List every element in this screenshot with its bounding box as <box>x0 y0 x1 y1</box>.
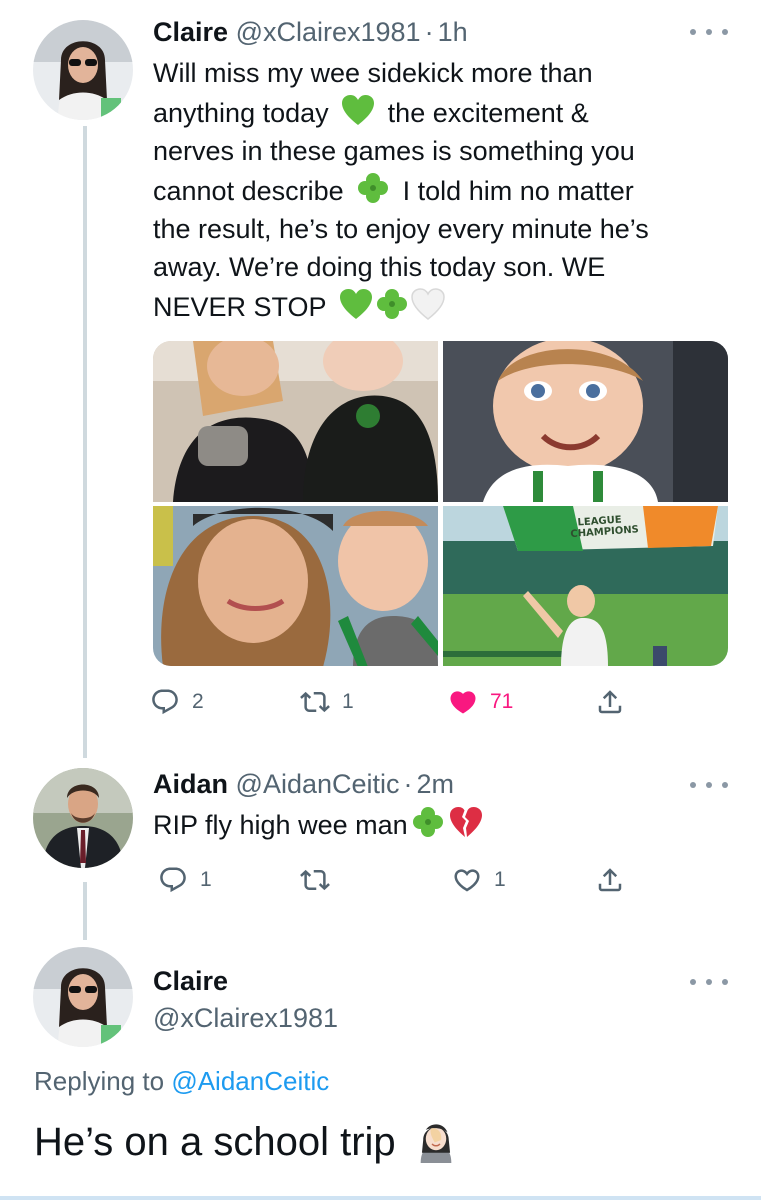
more-icon[interactable] <box>690 778 728 792</box>
share-icon <box>598 690 622 714</box>
reply-count: 1 <box>200 868 212 891</box>
bottom-divider <box>0 1196 761 1200</box>
avatar-photo <box>33 20 133 120</box>
like-icon-filled <box>450 691 476 714</box>
reply-icon <box>152 689 178 715</box>
text-segment: the excitement & <box>387 98 589 128</box>
retweet-count: 1 <box>342 690 354 713</box>
username[interactable]: @xClairex1981 <box>153 1002 338 1034</box>
reply-count: 2 <box>192 690 204 713</box>
facepalm-emoji <box>420 1124 452 1163</box>
photo-1[interactable] <box>153 341 438 502</box>
text-line: the result, he’s to enjoy every minute h… <box>153 214 649 244</box>
photo-selfie <box>153 506 438 666</box>
display-name[interactable]: Aidan <box>153 769 228 799</box>
separator: · <box>424 17 434 47</box>
tweet-text: RIP fly high wee man <box>153 804 743 844</box>
text-segment: I told him no matter <box>402 176 634 206</box>
replying-to: Replying to @AidanCeitic <box>34 1066 329 1097</box>
reply-icon <box>160 867 186 893</box>
like-icon <box>454 869 480 892</box>
separator: · <box>403 769 413 799</box>
retweet-button[interactable]: 1 <box>300 685 354 719</box>
replying-prefix: Replying to <box>34 1066 165 1096</box>
avatar[interactable] <box>33 947 133 1047</box>
tweet-header-handle: @xClairex1981 <box>153 1002 338 1034</box>
tweet-1[interactable]: Claire @xClairex1981 · 1h Will miss my wee… <box>0 0 761 760</box>
timestamp[interactable]: 2m <box>417 769 455 799</box>
photo-smiling-boy <box>443 341 728 502</box>
thread-line <box>83 882 87 940</box>
replying-mention[interactable]: @AidanCeitic <box>171 1066 329 1096</box>
share-button[interactable] <box>595 863 625 897</box>
tweet-header: Aidan @AidanCeitic · 2m <box>153 768 454 800</box>
like-button[interactable]: 71 <box>448 685 513 719</box>
reply-button[interactable]: 2 <box>150 685 204 719</box>
retweet-icon <box>300 869 330 891</box>
text-line: NEVER STOP <box>153 286 743 326</box>
tweet-actions: 1 1 <box>150 863 630 897</box>
shamrock-emoji <box>412 807 443 837</box>
banner-text: LEAGUE CHAMPIONS <box>570 514 640 541</box>
media-grid[interactable]: LEAGUE CHAMPIONS <box>153 341 728 666</box>
broken-heart-emoji <box>449 807 482 837</box>
avatar-photo <box>33 947 133 1047</box>
like-button[interactable]: 1 <box>452 863 506 897</box>
tweet-header: Claire <box>153 965 228 997</box>
text-segment: NEVER STOP <box>153 292 327 322</box>
more-icon[interactable] <box>690 25 728 39</box>
shamrock-emoji <box>376 289 407 319</box>
tweet-text: Will miss my wee sidekick more than anyt… <box>153 54 743 326</box>
avatar-photo <box>33 768 133 868</box>
text-line: nerves in these games is something you <box>153 136 635 166</box>
photo-2[interactable] <box>443 341 728 502</box>
thread-line <box>83 126 87 758</box>
text-segment: cannot describe <box>153 176 344 206</box>
photo-4[interactable]: LEAGUE CHAMPIONS <box>443 506 728 666</box>
tweet-actions: 2 1 71 <box>150 685 630 719</box>
text-line: cannot describe I told him no matter <box>153 170 743 210</box>
text-segment: He’s on a school trip <box>34 1120 396 1164</box>
retweet-button[interactable] <box>300 863 342 897</box>
like-count: 71 <box>490 690 514 713</box>
text-segment: anything today <box>153 98 329 128</box>
text-line: Will miss my wee sidekick more than <box>153 58 593 88</box>
photo-woman-and-toddler <box>153 341 438 502</box>
share-icon <box>598 868 622 892</box>
display-name[interactable]: Claire <box>153 965 228 997</box>
green-heart-emoji <box>339 289 372 319</box>
tweet-2[interactable]: Aidan @AidanCeitic · 2m RIP fly high wee m… <box>0 760 761 940</box>
tweet-header: Claire @xClairex1981 · 1h <box>153 16 468 48</box>
text-line: anything today the excitement & <box>153 92 743 132</box>
more-icon[interactable] <box>690 975 728 989</box>
avatar[interactable] <box>33 768 133 868</box>
reply-button[interactable]: 1 <box>158 863 212 897</box>
text-line: away. We’re doing this today son. WE <box>153 252 606 282</box>
tweet-text: He’s on a school trip <box>34 1117 459 1167</box>
white-heart-emoji <box>410 288 445 320</box>
share-button[interactable] <box>595 685 625 719</box>
avatar[interactable] <box>33 20 133 120</box>
like-count: 1 <box>494 868 506 891</box>
display-name[interactable]: Claire <box>153 17 228 47</box>
retweet-icon <box>300 691 330 713</box>
text-segment: RIP fly high wee man <box>153 810 408 840</box>
green-heart-emoji <box>342 95 375 125</box>
username[interactable]: @xClairex1981 <box>236 17 421 47</box>
shamrock-emoji <box>358 173 389 203</box>
username[interactable]: @AidanCeitic <box>236 769 400 799</box>
timestamp[interactable]: 1h <box>438 17 468 47</box>
photo-3[interactable] <box>153 506 438 666</box>
